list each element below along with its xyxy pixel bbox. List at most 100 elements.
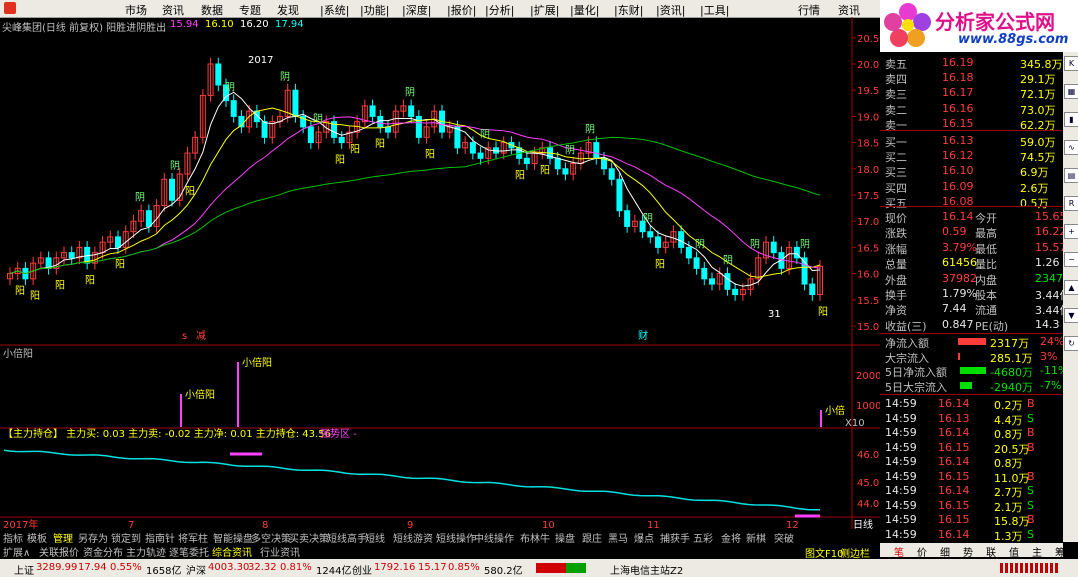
quote-label: 收益(三) bbox=[885, 319, 927, 333]
f10-button[interactable]: 图文F10 bbox=[805, 545, 843, 560]
panel-divider bbox=[880, 333, 1063, 334]
down-icon[interactable]: ▼ bbox=[1064, 308, 1078, 323]
zoom-out-icon[interactable]: − bbox=[1064, 252, 1078, 267]
bid-row[interactable]: 买一 16.13 59.0万 bbox=[880, 134, 1065, 149]
tick-row[interactable]: 14:59 16.14 0.8万 bbox=[880, 455, 1065, 470]
detail-tab-0[interactable]: 笔 bbox=[894, 544, 904, 559]
ask-row[interactable]: 卖五 16.19 345.8万 bbox=[880, 56, 1065, 71]
quote-row[interactable]: 总量 61456 量比 1.26 bbox=[880, 256, 1065, 271]
detail-tab-6[interactable]: 主 bbox=[1032, 544, 1042, 559]
refresh-icon[interactable]: ↻ bbox=[1064, 336, 1078, 351]
sh-index[interactable]: 3289.99 bbox=[36, 562, 77, 573]
quote-row[interactable]: 涨幅 3.79% 最低 15.57 bbox=[880, 241, 1067, 256]
ext-tab-5[interactable]: 综合资讯 bbox=[212, 544, 252, 559]
tick-time: 14:59 bbox=[885, 440, 917, 454]
quote-label: 最低 bbox=[975, 242, 997, 256]
quote-row[interactable]: 现价 16.14 今开 15.65 bbox=[880, 210, 1067, 225]
tick-row[interactable]: 14:59 16.14 0.8万 B bbox=[880, 426, 1065, 441]
detail-tab-1[interactable]: 价 bbox=[917, 544, 927, 559]
flow-row[interactable]: 大宗流入 285.1万 3% bbox=[880, 350, 1065, 365]
quote-label: 内盘 bbox=[975, 273, 997, 287]
tick-row[interactable]: 14:59 16.15 15.8万 B bbox=[880, 513, 1065, 528]
date-tick-label: 8 bbox=[262, 520, 268, 529]
tick-row[interactable]: 14:59 16.15 2.1万 S bbox=[880, 498, 1065, 514]
menu-item-4[interactable]: 发现 bbox=[277, 2, 299, 18]
quote-row[interactable]: 换手 1.79% 股本 3.44亿 bbox=[880, 287, 1071, 302]
ext-tab-4[interactable]: 逐笔委托 bbox=[169, 544, 209, 559]
detail-tab-2[interactable]: 细 bbox=[940, 544, 950, 559]
tick-row[interactable]: 14:59 16.14 2.7万 S bbox=[880, 484, 1065, 499]
ask-row[interactable]: 卖三 16.17 72.1万 bbox=[880, 86, 1065, 101]
bid-row[interactable]: 买三 16.10 6.9万 bbox=[880, 164, 1065, 179]
menu-item-3[interactable]: 专题 bbox=[239, 2, 261, 18]
tick-row[interactable]: 14:59 16.15 20.5万 B bbox=[880, 440, 1065, 456]
ext-tab-2[interactable]: 资金分布 bbox=[83, 544, 123, 559]
flow-row[interactable]: 5日大宗流入 -2940万 -7% bbox=[880, 379, 1065, 394]
quote-row[interactable]: 涨跌 0.59 最高 16.22 bbox=[880, 225, 1067, 240]
detail-tab-7[interactable]: 筹 bbox=[1055, 544, 1065, 559]
sz-index[interactable]: 4003.30 bbox=[208, 562, 249, 573]
k-chart-icon[interactable]: K bbox=[1064, 56, 1078, 71]
quote-value: 0.59 bbox=[942, 225, 967, 239]
cy-index[interactable]: 1792.16 bbox=[374, 562, 415, 573]
candle-body bbox=[68, 252, 75, 259]
sz-amount: 1244亿 bbox=[316, 566, 352, 577]
ext-tab-0[interactable]: 扩展∧ bbox=[3, 544, 30, 559]
quote-row[interactable]: 外盘 37982 内盘 23473 bbox=[880, 272, 1070, 287]
menu-item-0[interactable]: 市场 bbox=[125, 2, 147, 18]
ext-tab-6[interactable]: 行业资讯 bbox=[260, 544, 300, 559]
menu-item-9[interactable]: |分析| bbox=[485, 2, 514, 18]
ext-tab-1[interactable]: 关联报价 bbox=[39, 544, 79, 559]
tick-row[interactable]: 14:59 16.14 1.3万 S bbox=[880, 528, 1065, 543]
menu-item-10[interactable]: |扩展| bbox=[530, 2, 559, 18]
detail-tab-3[interactable]: 势 bbox=[963, 544, 973, 559]
menu-item-11[interactable]: |量化| bbox=[570, 2, 599, 18]
quote-value: 7.44 bbox=[942, 302, 967, 316]
detail-tab-5[interactable]: 值 bbox=[1009, 544, 1019, 559]
detail-tab-4[interactable]: 联 bbox=[986, 544, 996, 559]
ask-row[interactable]: 卖一 16.15 62.2万 bbox=[880, 117, 1065, 132]
candle-body bbox=[469, 142, 476, 154]
tick-time: 14:59 bbox=[885, 498, 917, 512]
brand-logo: 分析家公式网 www.88gs.com bbox=[880, 0, 1078, 52]
bar-icon[interactable]: ▮ bbox=[1064, 112, 1078, 127]
menu-item-14[interactable]: |工具| bbox=[700, 2, 729, 18]
zoom-in-icon[interactable]: + bbox=[1064, 224, 1078, 239]
ext-tab-3[interactable]: 主力轨迹 bbox=[126, 544, 166, 559]
tick-row[interactable]: 14:59 16.14 0.2万 B bbox=[880, 397, 1065, 412]
menu-item-8[interactable]: |报价| bbox=[447, 2, 476, 18]
fs-icon[interactable]: ▦ bbox=[1064, 84, 1078, 99]
menu-item-16[interactable]: 资讯 bbox=[838, 2, 860, 18]
cy-change: 15.17 bbox=[418, 562, 447, 573]
candle-body bbox=[408, 105, 415, 117]
grid-icon[interactable]: ▤ bbox=[1064, 168, 1078, 183]
candlestick-chart[interactable]: 20.5 20.00 19.50 19.00 18.50 18.00 17.50 17.00 1… bbox=[0, 17, 880, 529]
ask-row[interactable]: 卖二 16.16 73.0万 bbox=[880, 102, 1065, 117]
up-icon[interactable]: ▲ bbox=[1064, 280, 1078, 295]
candle-body bbox=[145, 210, 152, 227]
line-icon[interactable]: ∿ bbox=[1064, 140, 1078, 155]
ask-row[interactable]: 卖四 16.18 29.1万 bbox=[880, 71, 1065, 86]
price-tick-label: 20.5 bbox=[857, 34, 879, 45]
menu-item-1[interactable]: 资讯 bbox=[162, 2, 184, 18]
quote-row[interactable]: 净资 7.44 流通 3.44亿 bbox=[880, 302, 1071, 317]
sidebar-button[interactable]: 侧边栏 bbox=[840, 545, 870, 560]
menu-item-5[interactable]: |系统| bbox=[320, 2, 349, 18]
bid-row[interactable]: 买四 16.09 2.6万 bbox=[880, 180, 1065, 195]
yin-marker: 阴 bbox=[405, 87, 415, 99]
server-name[interactable]: 上海电信主站Z2 bbox=[610, 562, 683, 577]
tick-row[interactable]: 14:59 16.15 11.0万 B bbox=[880, 470, 1065, 485]
tick-row[interactable]: 14:59 16.13 4.4万 S bbox=[880, 412, 1065, 427]
menu-item-15[interactable]: 行情 bbox=[798, 2, 820, 18]
menu-item-13[interactable]: |资讯| bbox=[656, 2, 685, 18]
menu-item-12[interactable]: |东财| bbox=[614, 2, 643, 18]
menu-item-6[interactable]: |功能| bbox=[360, 2, 389, 18]
menu-item-7[interactable]: |深度| bbox=[402, 2, 431, 18]
app-logo-icon[interactable] bbox=[4, 2, 16, 14]
flow-bar bbox=[958, 352, 960, 360]
quote-row[interactable]: 收益(三) 0.847 PE(动) 14.3 bbox=[880, 318, 1065, 333]
yang-marker: 阳 bbox=[185, 185, 195, 197]
menu-item-2[interactable]: 数据 bbox=[201, 2, 223, 18]
bid-row[interactable]: 买二 16.12 74.5万 bbox=[880, 149, 1065, 164]
rsi-icon[interactable]: R bbox=[1064, 196, 1078, 211]
